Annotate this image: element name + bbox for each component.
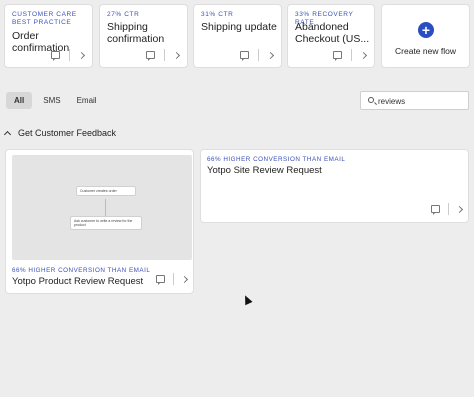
- message-icon[interactable]: [431, 205, 440, 215]
- create-flow-label: Create new flow: [395, 46, 456, 56]
- chevron-right-icon[interactable]: [180, 275, 189, 283]
- tab-all[interactable]: All: [6, 92, 33, 109]
- search-icon: [368, 97, 374, 103]
- flow-tag: 66% HIGHER CONVERSION THAN EMAIL: [12, 267, 151, 274]
- flow-card-shipping-confirmation[interactable]: 27% CTR Shipping confirmation: [99, 4, 188, 68]
- divider: [448, 203, 449, 215]
- flow-card-site-review[interactable]: 66% HIGHER CONVERSION THAN EMAIL Yotpo S…: [200, 149, 469, 223]
- chevron-right-icon[interactable]: [455, 205, 464, 213]
- divider: [173, 273, 174, 285]
- flow-name: Yotpo Site Review Request: [207, 165, 322, 176]
- section-header-toggle[interactable]: Get Customer Feedback: [3, 128, 117, 139]
- search-input[interactable]: [378, 95, 466, 107]
- section-title: Get Customer Feedback: [18, 128, 117, 138]
- chevron-right-icon[interactable]: [359, 51, 368, 59]
- flow-name: Yotpo Product Review Request: [12, 276, 144, 287]
- flow-card-order-confirmation[interactable]: CUSTOMER CARE BEST PRACTICE Order confirma…: [4, 4, 93, 68]
- preview-action-node: Ask customer to write a review for the p…: [70, 216, 142, 230]
- divider: [164, 49, 165, 61]
- mouse-cursor-icon: [241, 293, 253, 306]
- divider: [258, 49, 259, 61]
- message-icon[interactable]: [51, 51, 60, 61]
- flow-name: Abandoned Checkout (US...: [295, 22, 370, 45]
- chevron-right-icon[interactable]: [77, 51, 86, 59]
- message-icon[interactable]: [146, 51, 155, 61]
- plus-icon: +: [418, 22, 434, 38]
- chevron-right-icon[interactable]: [266, 51, 275, 59]
- channel-filter-tabs: All SMS Email: [6, 92, 102, 109]
- flow-card-product-review[interactable]: Customer creates order Ask customer to w…: [5, 149, 194, 294]
- flow-tag: CUSTOMER CARE BEST PRACTICE: [12, 11, 77, 26]
- flow-card-shipping-update[interactable]: 31% CTR Shipping update: [193, 4, 282, 68]
- flow-name: Shipping confirmation: [107, 22, 165, 45]
- flow-preview-image: Customer creates order Ask customer to w…: [12, 155, 192, 260]
- flow-tag: 66% HIGHER CONVERSION THAN EMAIL: [207, 156, 346, 163]
- chevron-right-icon[interactable]: [172, 51, 181, 59]
- message-icon[interactable]: [156, 275, 165, 285]
- flow-tag: 31% CTR: [201, 11, 234, 18]
- preview-node-label: Customer creates order: [80, 189, 117, 193]
- search-box[interactable]: [360, 91, 469, 110]
- flow-name: Shipping update: [201, 22, 277, 33]
- preview-node-label: Ask customer to write a review for the p…: [74, 219, 133, 227]
- divider: [351, 49, 352, 61]
- tab-email[interactable]: Email: [72, 92, 102, 109]
- message-icon[interactable]: [240, 51, 249, 61]
- flow-tag: 27% CTR: [107, 11, 140, 18]
- preview-trigger-node: Customer creates order: [76, 186, 136, 196]
- preview-connector: [105, 199, 106, 216]
- divider: [69, 49, 70, 61]
- chevron-up-icon[interactable]: [3, 130, 12, 139]
- flow-card-abandoned-checkout[interactable]: 33% RECOVERY RATE Abandoned Checkout (US.…: [287, 4, 375, 68]
- message-icon[interactable]: [333, 51, 342, 61]
- tab-sms[interactable]: SMS: [38, 92, 65, 109]
- create-new-flow-button[interactable]: + Create new flow: [381, 4, 470, 68]
